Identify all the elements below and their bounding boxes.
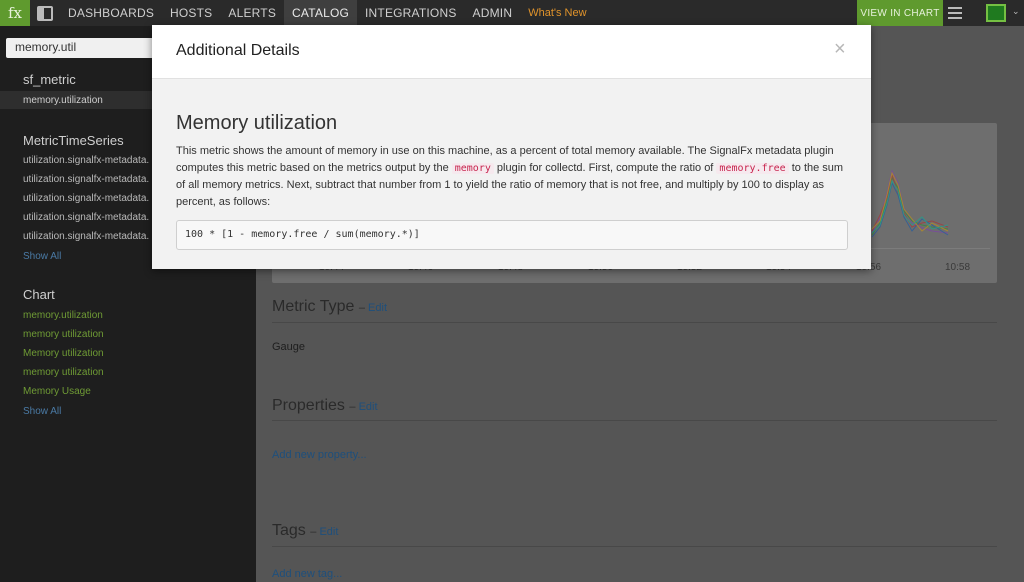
tick-label: 10:58: [945, 262, 971, 273]
properties-title: Properties: [272, 397, 345, 414]
dash-separator: –: [358, 302, 369, 314]
metric-heading: Memory utilization: [176, 112, 338, 134]
section-title-chart: Chart: [23, 287, 55, 302]
properties-edit-link[interactable]: Edit: [359, 401, 378, 413]
nav-alerts[interactable]: ALERTS: [220, 0, 284, 26]
avatar[interactable]: [986, 4, 1006, 22]
additional-details-modal: Additional Details × Memory utilization …: [152, 25, 871, 269]
nav-catalog[interactable]: CATALOG: [284, 0, 358, 26]
menu-icon[interactable]: [948, 7, 962, 19]
chevron-down-icon[interactable]: ⌄: [1012, 6, 1020, 17]
nav-admin[interactable]: ADMIN: [465, 0, 521, 26]
formula-block: 100 * [1 - memory.free / sum(memory.*)]: [176, 220, 848, 250]
modal-body: Memory utilization This metric shows the…: [176, 112, 848, 250]
mts-item[interactable]: utilization.signalfx-metadata.: [23, 231, 149, 242]
metric-type-heading: Metric Type – Edit: [272, 298, 387, 316]
show-all-mts-link[interactable]: Show All: [23, 251, 61, 262]
sidebar-toggle-icon[interactable]: [30, 0, 60, 26]
chart-item[interactable]: Memory Usage: [23, 386, 91, 397]
nav-integrations[interactable]: INTEGRATIONS: [357, 0, 465, 26]
code-memory-free: memory.free: [716, 163, 789, 174]
description-text: plugin for collectd. First, compute the …: [493, 162, 717, 174]
chart-item[interactable]: memory utilization: [23, 329, 104, 340]
divider: [272, 420, 997, 421]
top-navigation: fx DASHBOARDS HOSTS ALERTS CATALOG INTEG…: [0, 0, 1024, 26]
properties-heading: Properties – Edit: [272, 397, 378, 415]
mts-item[interactable]: utilization.signalfx-metadata.: [23, 155, 149, 166]
view-in-chart-button[interactable]: VIEW IN CHART: [857, 0, 943, 26]
dash-separator: –: [349, 401, 359, 413]
sidebar-item-memory-utilization[interactable]: memory.utilization: [23, 95, 103, 106]
show-all-charts-link[interactable]: Show All: [23, 406, 61, 417]
divider: [272, 322, 997, 323]
modal-header: Additional Details ×: [152, 25, 871, 79]
mts-item[interactable]: utilization.signalfx-metadata.: [23, 174, 149, 185]
tags-heading: Tags – Edit: [272, 522, 338, 540]
chart-item[interactable]: Memory utilization: [23, 348, 104, 359]
nav-dashboards[interactable]: DASHBOARDS: [60, 0, 162, 26]
divider: [272, 546, 997, 547]
whats-new-link[interactable]: What's New: [520, 7, 594, 19]
metric-type-title: Metric Type: [272, 298, 355, 315]
metric-description: This metric shows the amount of memory i…: [176, 143, 848, 211]
modal-title: Additional Details: [176, 42, 300, 59]
mts-item[interactable]: utilization.signalfx-metadata.: [23, 193, 149, 204]
tags-edit-link[interactable]: Edit: [319, 526, 338, 538]
code-memory: memory: [451, 163, 494, 174]
section-title-sf-metric: sf_metric: [23, 72, 76, 87]
add-property-link[interactable]: Add new property...: [272, 449, 367, 461]
tags-title: Tags: [272, 522, 306, 539]
metric-type-value: Gauge: [272, 341, 306, 353]
signalfx-logo[interactable]: fx: [0, 0, 30, 26]
mts-item[interactable]: utilization.signalfx-metadata.: [23, 212, 149, 223]
metric-type-edit-link[interactable]: Edit: [368, 302, 387, 314]
chart-item[interactable]: memory.utilization: [23, 310, 103, 321]
close-icon[interactable]: ×: [834, 39, 846, 59]
chart-item[interactable]: memory utilization: [23, 367, 104, 378]
nav-hosts[interactable]: HOSTS: [162, 0, 220, 26]
add-tag-link[interactable]: Add new tag...: [272, 568, 342, 580]
section-title-metrictimeseries: MetricTimeSeries: [23, 133, 124, 148]
